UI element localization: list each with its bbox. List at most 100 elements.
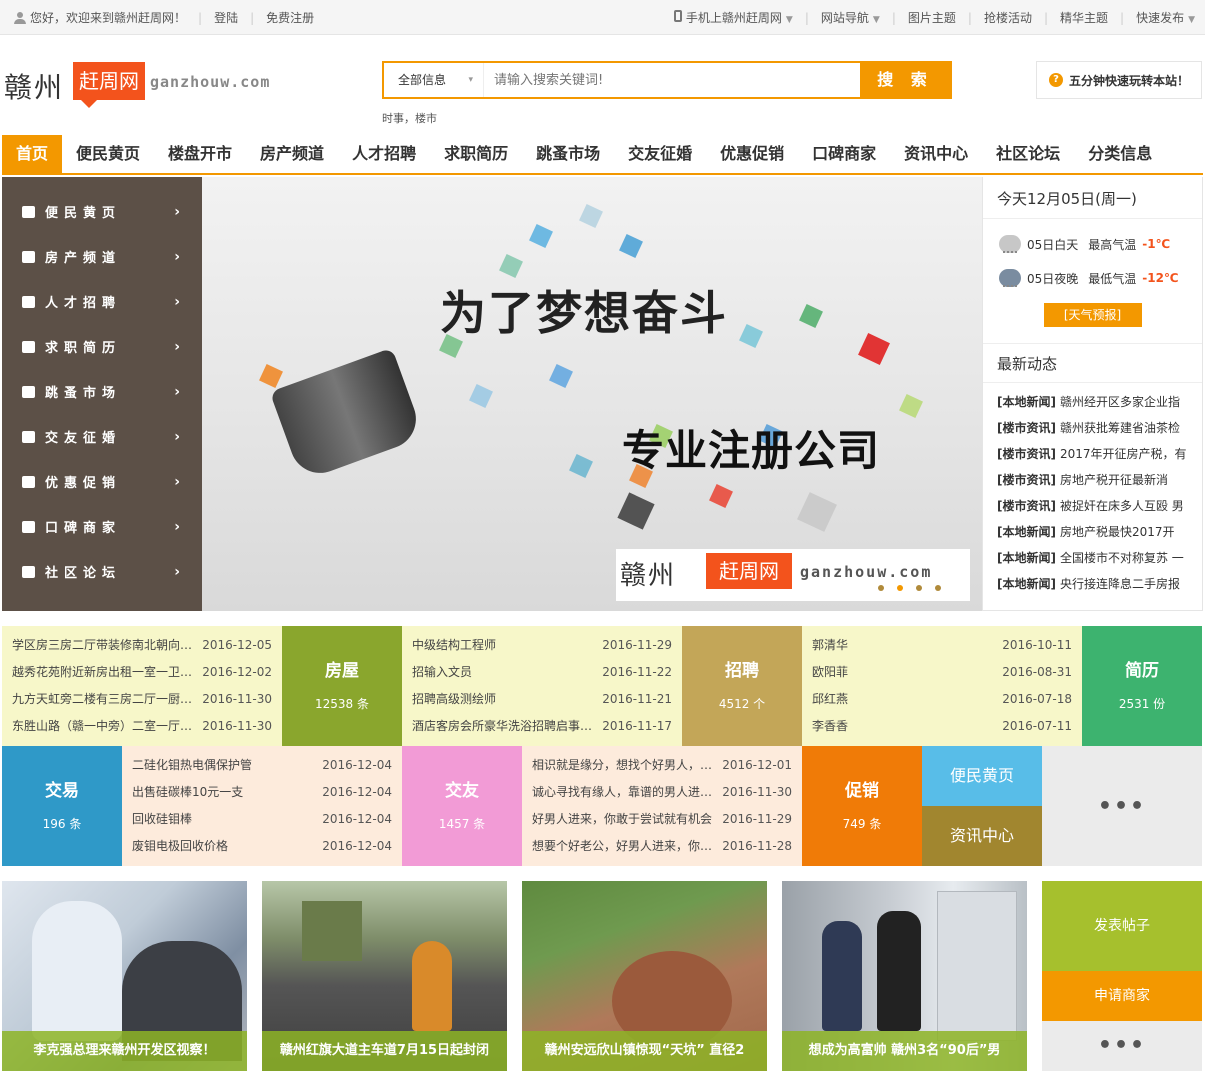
search-input[interactable] (494, 63, 854, 97)
nav-news[interactable]: 资讯中心 (890, 135, 982, 173)
yellow-pages-tile[interactable]: 便民黄页 (922, 746, 1042, 806)
chevron-down-icon: ▼ (785, 15, 793, 25)
carousel-dot[interactable] (916, 585, 922, 591)
search-bar: 全部信息 ▾ 搜 索 (382, 61, 952, 99)
list-item[interactable]: 学区房三房二厅带装修南北朝向免... 2016-12-05 (12, 632, 272, 659)
quick-guide-button[interactable]: ? 五分钟快速玩转本站！ (1036, 61, 1202, 99)
nav-flea-market[interactable]: 跳蚤市场 (522, 135, 614, 173)
list-item[interactable]: 回收硅钼棒 2016-12-04 (132, 806, 392, 833)
floor-event-link[interactable]: 抢楼活动 (984, 9, 1032, 26)
search-button[interactable]: 搜 索 (860, 63, 950, 97)
promo-stat-tile[interactable]: 促销 749 条 (802, 746, 922, 866)
list-item[interactable]: 郭清华 2016-10-11 (812, 632, 1072, 659)
logo-mark: 赶周网 (73, 62, 145, 108)
house-stat-tile[interactable]: 房屋 12538 条 (282, 626, 402, 746)
mobile-site-link[interactable]: 手机上赣州赶周网 ▼ (673, 9, 793, 26)
news-center-tile[interactable]: 资讯中心 (922, 806, 1042, 866)
register-link[interactable]: 免费注册 (266, 9, 314, 26)
list-item[interactable]: 诚心寻找有缘人，靠谱的男人进来... 2016-11-30 (532, 779, 792, 806)
side-item-yellow-pages[interactable]: 便民黄页 › (2, 189, 202, 234)
chevron-right-icon: › (174, 473, 180, 490)
nav-merchants[interactable]: 口碑商家 (798, 135, 890, 173)
resume-stat-tile[interactable]: 简历 2531 份 (1082, 626, 1202, 746)
list-item[interactable]: 想要个好老公，好男人进来，你敢... 2016-11-28 (532, 833, 792, 860)
hot-keywords[interactable]: 时事，楼市 (382, 110, 437, 126)
list-item[interactable]: 出售硅碳棒10元一支 2016-12-04 (132, 779, 392, 806)
photo-news-card[interactable]: 赣州安远欣山镇惊现“天坑” 直径2 (522, 881, 767, 1071)
list-item[interactable]: 好男人进来，你敢于尝试就有机会 2016-11-29 (532, 806, 792, 833)
quick-publish-link[interactable]: 快速发布 ▼ (1136, 9, 1195, 26)
decor-cube (259, 364, 283, 388)
photo-news-card[interactable]: 想成为高富帅 赣州3名“90后”男 (782, 881, 1027, 1071)
apply-merchant-button[interactable]: 申请商家 (1042, 971, 1202, 1021)
news-item[interactable]: [楼市资讯] 房地产税开征最新消 (983, 473, 1168, 487)
nav-forum[interactable]: 社区论坛 (982, 135, 1074, 173)
side-item-flea-market[interactable]: 跳蚤市场 › (2, 369, 202, 414)
carousel-dot[interactable] (878, 585, 884, 591)
list-item[interactable]: 相识就是缘分，想找个好男人，陪... 2016-12-01 (532, 752, 792, 779)
news-item[interactable]: [本地新闻] 赣州经开区多家企业指 (983, 395, 1180, 409)
list-item[interactable]: 招聘高级测绘师 2016-11-21 (412, 686, 672, 713)
nav-resumes[interactable]: 求职简历 (430, 135, 522, 173)
friend-stat-tile[interactable]: 交友 1457 条 (402, 746, 522, 866)
news-item[interactable]: [楼市资讯] 被捉奸在床多人互殴 男 (983, 499, 1184, 513)
more-tile[interactable]: ••• (1042, 746, 1202, 866)
post-thread-button[interactable]: 发表帖子 (1042, 881, 1202, 971)
list-item[interactable]: 李香香 2016-07-11 (812, 713, 1072, 740)
side-item-resumes[interactable]: 求职简历 › (2, 324, 202, 369)
carousel-dot-active[interactable] (897, 585, 903, 591)
login-link[interactable]: 登陆 (214, 9, 238, 26)
nav-classifieds[interactable]: 分类信息 (1074, 135, 1166, 173)
list-item[interactable]: 废钼电极回收价格 2016-12-04 (132, 833, 392, 860)
news-item[interactable]: [本地新闻] 房地产税最快2017开 (983, 525, 1175, 539)
today-date: 今天12月05日(周一) (983, 177, 1202, 219)
nav-home[interactable]: 首页 (2, 135, 63, 173)
featured-topics-link[interactable]: 精华主题 (1060, 9, 1108, 26)
list-item[interactable]: 越秀花苑附近新房出租一室一卫2... 2016-12-02 (12, 659, 272, 686)
news-item[interactable]: [本地新闻] 全国楼市不对称复苏 一 (983, 551, 1184, 565)
list-item[interactable]: 酒店客房会所豪华洗浴招聘启事月... 2016-11-17 (412, 713, 672, 740)
nav-real-estate[interactable]: 房产频道 (246, 135, 338, 173)
side-item-real-estate[interactable]: 房产频道 › (2, 234, 202, 279)
side-item-recruitment[interactable]: 人才招聘 › (2, 279, 202, 324)
trade-stat-tile[interactable]: 交易 196 条 (2, 746, 122, 866)
list-item[interactable]: 东胜山路（赣一中旁）二室一厅家... 2016-11-30 (12, 713, 272, 740)
nav-yellow-pages[interactable]: 便民黄页 (62, 135, 154, 173)
site-logo[interactable]: 赣州 赶周网 ganzhouw.com (4, 60, 294, 108)
nav-recruitment[interactable]: 人才招聘 (338, 135, 430, 173)
decor-cube (529, 224, 553, 248)
decor-cube (499, 254, 523, 278)
nav-new-properties[interactable]: 楼盘开市 (154, 135, 246, 173)
list-item[interactable]: 邱红燕 2016-07-18 (812, 686, 1072, 713)
nav-promotions[interactable]: 优惠促销 (706, 135, 798, 173)
side-item-forum[interactable]: 社区论坛 › (2, 549, 202, 594)
chevron-right-icon: › (174, 563, 180, 580)
side-item-promotions[interactable]: 优惠促销 › (2, 459, 202, 504)
banner-title: 为了梦想奋斗 (440, 286, 728, 340)
list-item[interactable]: 二硅化钼热电偶保护管 2016-12-04 (132, 752, 392, 779)
hero-banner[interactable]: 为了梦想奋斗 专业注册公司 赣州 赶周网 ganzhouw.com (202, 177, 982, 611)
job-stat-tile[interactable]: 招聘 4512 个 (682, 626, 802, 746)
search-category-select[interactable]: 全部信息 ▾ (384, 63, 484, 97)
chevron-right-icon: › (174, 338, 180, 355)
decor-cube (569, 454, 593, 478)
side-item-dating[interactable]: 交友征婚 › (2, 414, 202, 459)
decor-cube (709, 484, 733, 508)
weather-forecast-button[interactable]: [天气预报] (1043, 303, 1142, 327)
news-item[interactable]: [本地新闻] 央行接连降息二手房报 (983, 577, 1180, 591)
carousel-dot[interactable] (935, 585, 941, 591)
more-actions-button[interactable]: ••• (1042, 1021, 1202, 1071)
list-item[interactable]: 招输入文员 2016-11-22 (412, 659, 672, 686)
list-item[interactable]: 欧阳菲 2016-08-31 (812, 659, 1072, 686)
news-item[interactable]: [楼市资讯] 2017年开征房产税，有 (983, 447, 1187, 461)
side-item-merchants[interactable]: 口碑商家 › (2, 504, 202, 549)
news-item[interactable]: [楼市资讯] 赣州获批筹建省油茶检 (983, 421, 1180, 435)
logo-domain: ganzhouw.com (150, 73, 271, 91)
photo-news-card[interactable]: 赣州红旗大道主车道7月15日起封闭 (262, 881, 507, 1071)
site-nav-link[interactable]: 网站导航 ▼ (821, 9, 880, 26)
list-item[interactable]: 九方天虹旁二楼有三房二厅一厨二... 2016-11-30 (12, 686, 272, 713)
list-item[interactable]: 中级结构工程师 2016-11-29 (412, 632, 672, 659)
photo-news-card[interactable]: 李克强总理来赣州开发区视察！ (2, 881, 247, 1071)
photo-topics-link[interactable]: 图片主题 (908, 9, 956, 26)
nav-dating[interactable]: 交友征婚 (614, 135, 706, 173)
